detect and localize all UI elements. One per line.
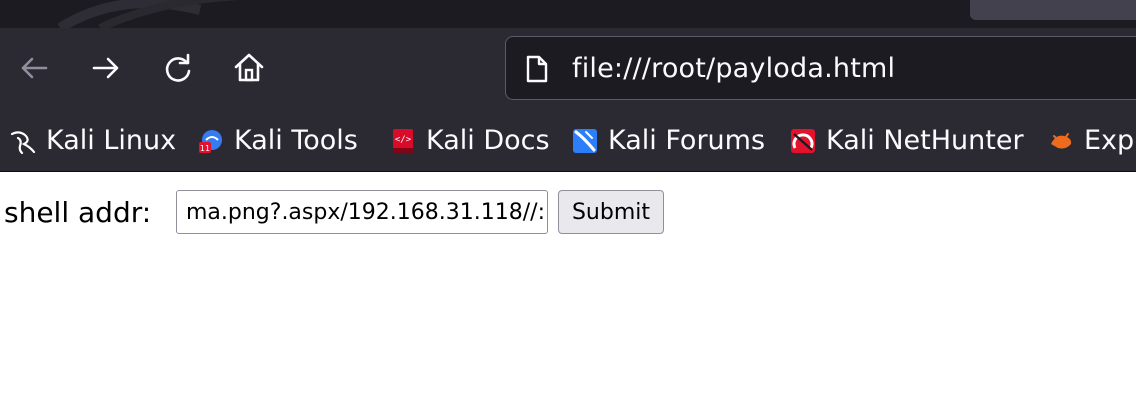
svg-text:11: 11 bbox=[200, 144, 210, 153]
back-arrow-icon bbox=[21, 57, 48, 79]
submit-button[interactable]: Submit bbox=[558, 190, 664, 234]
shell-addr-label: shell addr: bbox=[4, 196, 152, 229]
home-icon bbox=[234, 53, 264, 82]
bookmark-exploit-db[interactable]: Exp bbox=[1048, 110, 1134, 171]
bookmark-kali-docs[interactable]: </> Kali Docs bbox=[390, 110, 550, 171]
kali-forums-icon bbox=[573, 128, 597, 153]
shell-addr-input[interactable] bbox=[176, 190, 548, 234]
url-bar[interactable]: file:///root/payloda.html bbox=[505, 36, 1136, 100]
page-icon bbox=[526, 55, 548, 83]
bookmark-label: Kali Linux bbox=[46, 125, 177, 156]
bookmark-label: Kali NetHunter bbox=[826, 125, 1024, 156]
bookmark-label: Kali Tools bbox=[234, 125, 358, 156]
kali-background-decoration bbox=[57, 0, 241, 28]
tab-strip bbox=[0, 0, 1136, 28]
kali-tools-icon: 11 bbox=[199, 129, 222, 153]
reload-button[interactable] bbox=[158, 48, 198, 88]
page-content: shell addr: Submit bbox=[0, 172, 1136, 400]
kali-nethunter-icon bbox=[791, 128, 815, 153]
reload-icon bbox=[165, 53, 191, 82]
svg-text:</>: </> bbox=[395, 135, 412, 145]
bookmark-kali-forums[interactable]: Kali Forums bbox=[572, 110, 765, 171]
bookmark-kali-linux[interactable]: Kali Linux bbox=[10, 110, 176, 171]
bookmark-label: Kali Forums bbox=[608, 125, 766, 156]
bookmarks-toolbar: Kali Linux 11 Kali Tools </> Kali Docs K… bbox=[0, 110, 1136, 172]
exploit-db-icon bbox=[1051, 132, 1072, 148]
browser-tab[interactable] bbox=[970, 0, 1136, 20]
home-button[interactable] bbox=[229, 48, 269, 88]
bookmark-label: Exp bbox=[1084, 125, 1135, 156]
kali-docs-icon: </> bbox=[393, 128, 413, 153]
bookmark-kali-nethunter[interactable]: Kali NetHunter bbox=[790, 110, 1024, 171]
forward-arrow-icon bbox=[92, 57, 119, 79]
kali-dragon-icon bbox=[10, 130, 36, 154]
forward-button[interactable] bbox=[86, 48, 126, 88]
bookmark-label: Kali Docs bbox=[426, 125, 550, 156]
url-text[interactable]: file:///root/payloda.html bbox=[572, 53, 895, 84]
bookmark-kali-tools[interactable]: 11 Kali Tools bbox=[198, 110, 358, 171]
back-button[interactable] bbox=[14, 48, 54, 88]
navigation-toolbar: file:///root/payloda.html bbox=[0, 28, 1136, 110]
